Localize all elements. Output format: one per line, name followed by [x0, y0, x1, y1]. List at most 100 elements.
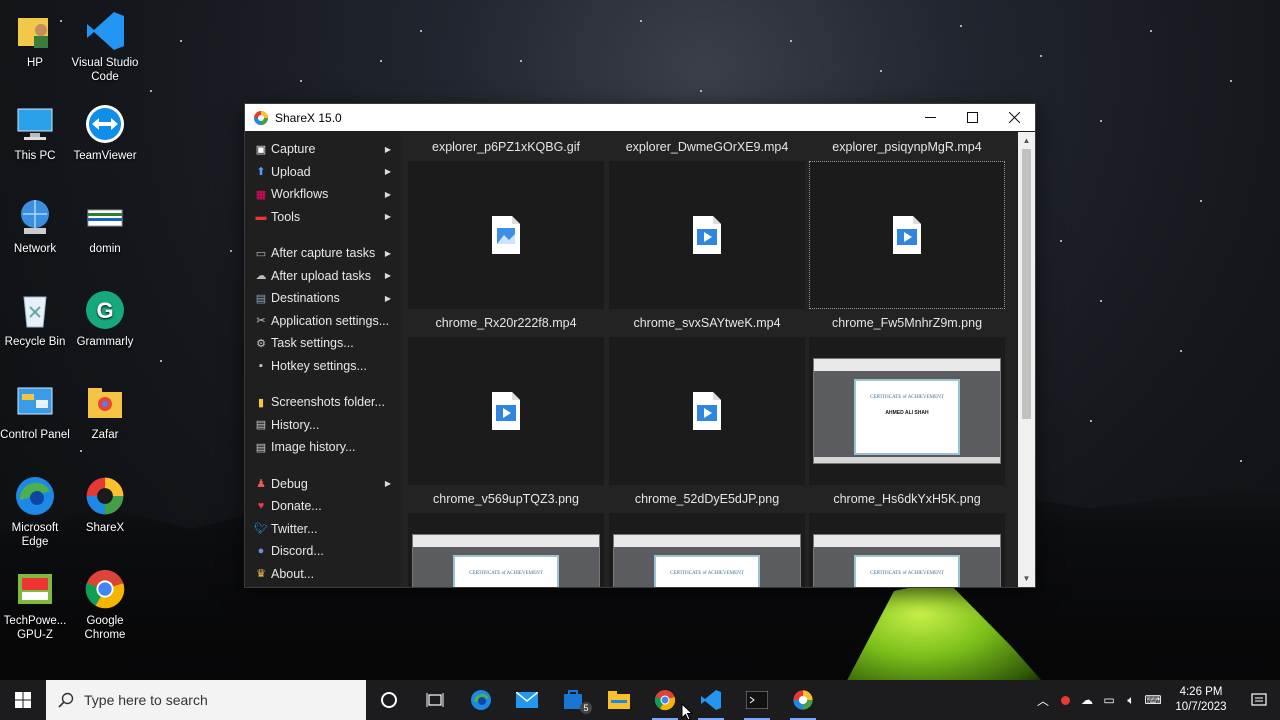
file-thumbnail[interactable]: CERTIFICATE of ACHIEVEMENT [408, 513, 604, 587]
file-tile[interactable]: explorer_p6PZ1xKQBG.gif [408, 137, 604, 309]
desktop-icon-label: Zafar [91, 429, 119, 441]
file-tile[interactable]: explorer_DwmeGOrXE9.mp4 [609, 137, 805, 309]
menu-separator [245, 228, 401, 242]
file-tile[interactable]: chrome_svxSAYtweK.mp4 [609, 313, 805, 485]
submenu-arrow-icon: ▶ [384, 212, 391, 222]
menu-item-task-settings[interactable]: ⚙ Task settings... [245, 332, 401, 355]
task-view-icon [426, 693, 444, 707]
menu-item-image-history[interactable]: ▤ Image history... [245, 436, 401, 459]
desktop-icon-computer[interactable]: This PC [0, 103, 70, 163]
certificate-title: CERTIFICATE of ACHIEVEMENT [469, 571, 543, 576]
task-view-button[interactable] [412, 680, 458, 720]
menu-item-after-upload-tasks[interactable]: ☁ After upload tasks ▶ [245, 265, 401, 288]
file-thumbnail[interactable] [408, 337, 604, 485]
network-status-icon[interactable]: ☁ [1076, 693, 1098, 707]
desktop-icon-recycle-bin[interactable]: Recycle Bin [0, 289, 70, 349]
desktop-icon-teamviewer[interactable]: TeamViewer [70, 103, 140, 163]
desktop-icon-chrome[interactable]: Google Chrome [70, 568, 140, 642]
desktop-icon-vscode[interactable]: Visual Studio Code [70, 10, 140, 84]
menu-item-discord[interactable]: ● Discord... [245, 540, 401, 563]
battery-icon[interactable]: ▭ [1098, 693, 1120, 707]
file-thumbnail[interactable] [809, 161, 1005, 309]
scroll-up-icon[interactable]: ▲ [1018, 132, 1035, 149]
desktop-icon-edge[interactable]: Microsoft Edge [0, 475, 70, 549]
taskbar-search-box[interactable]: Type here to search [46, 680, 366, 720]
show-hidden-icons-chevron-icon[interactable]: ︿ [1032, 692, 1054, 709]
star [420, 30, 422, 32]
menu-item-workflows[interactable]: ▦ Workflows ▶ [245, 183, 401, 206]
desktop-icon-user-folder[interactable]: HP [0, 10, 70, 70]
destinations-icon: ▤ [255, 292, 267, 305]
menu-item-debug[interactable]: ♟ Debug ▶ [245, 473, 401, 496]
maximize-button[interactable] [951, 104, 993, 131]
menu-item-history[interactable]: ▤ History... [245, 414, 401, 437]
clock[interactable]: 4:26 PM 10/7/2023 [1164, 685, 1238, 715]
record-icon[interactable] [1054, 695, 1076, 705]
taskbar-vscode[interactable] [688, 680, 734, 720]
minimize-button[interactable] [909, 104, 951, 131]
menu-item-capture[interactable]: ▣ Capture ▶ [245, 138, 401, 161]
file-tile[interactable]: chrome_52dDyE5dJP.png CERTIFICATE of ACHI… [609, 489, 805, 587]
file-thumbnail[interactable] [408, 161, 604, 309]
scroll-thumb[interactable] [1022, 149, 1031, 419]
file-name: chrome_Rx20r222f8.mp4 [435, 316, 577, 330]
menu-item-hotkey-settings[interactable]: ▪ Hotkey settings... [245, 355, 401, 378]
file-thumbnail[interactable]: CERTIFICATE of ACHIEVEMENT [809, 513, 1005, 587]
file-thumbnail[interactable]: CERTIFICATE of ACHIEVEMENT [609, 513, 805, 587]
menu-item-screenshots-folder[interactable]: ▮ Screenshots folder... [245, 391, 401, 414]
menu-item-upload[interactable]: ⬆ Upload ▶ [245, 161, 401, 184]
vertical-scrollbar[interactable]: ▲ ▼ [1018, 132, 1035, 587]
menu-item-after-capture-tasks[interactable]: ▭ After capture tasks ▶ [245, 242, 401, 265]
taskbar-file-explorer[interactable] [596, 680, 642, 720]
desktop-icon-gpuz[interactable]: TechPowe... GPU-Z [0, 568, 70, 642]
teamviewer-icon [84, 103, 126, 145]
desktop-icon-document[interactable]: domin [70, 196, 140, 256]
sharex-window[interactable]: ShareX 15.0 ▣ Capture ▶ ⬆ Upload ▶ ▦ Workflows ▶… [244, 103, 1036, 588]
menu-item-destinations[interactable]: ▤ Destinations ▶ [245, 287, 401, 310]
taskbar-terminal[interactable] [734, 680, 780, 720]
desktop-icon-control-panel[interactable]: Control Panel [0, 382, 70, 442]
taskbar: Type here to search 5 ︿ ☁ ▭ 🔈︎ ⌨︎ 4:26 P… [0, 680, 1280, 720]
file-tile[interactable]: chrome_Rx20r222f8.mp4 [408, 313, 604, 485]
menu-item-about[interactable]: ♛ About... [245, 563, 401, 586]
scroll-down-icon[interactable]: ▼ [1018, 570, 1035, 587]
star [230, 250, 232, 252]
vscode-icon [84, 10, 126, 52]
taskbar-mail[interactable] [504, 680, 550, 720]
submenu-arrow-icon: ▶ [384, 144, 391, 154]
taskbar-sharex[interactable] [780, 680, 826, 720]
menu-item-donate[interactable]: ♥ Donate... [245, 495, 401, 518]
keyboard-icon[interactable]: ⌨︎ [1142, 693, 1164, 707]
desktop-icon-folder[interactable]: Zafar [70, 382, 140, 442]
file-tile[interactable]: chrome_v569upTQZ3.png CERTIFICATE of ACHI… [408, 489, 604, 587]
title-bar[interactable]: ShareX 15.0 [245, 104, 1035, 131]
file-tile[interactable]: chrome_Fw5MnhrZ9m.png CERTIFICATE of ACHI… [809, 313, 1005, 485]
sharex-icon [254, 110, 268, 125]
start-button[interactable] [0, 680, 46, 720]
cortana-button[interactable] [366, 680, 412, 720]
file-grid[interactable]: ▲ ▼ explorer_p6PZ1xKQBG.gif explorer_Dwme… [401, 132, 1035, 587]
notification-center-button[interactable] [1238, 692, 1280, 708]
menu-item-tools[interactable]: ▬ Tools ▶ [245, 206, 401, 229]
taskbar-store[interactable]: 5 [550, 680, 596, 720]
menu-item-twitter[interactable]: 🐦︎ Twitter... [245, 518, 401, 541]
menu-item-label: About... [271, 566, 315, 581]
menu-item-label: Capture [271, 142, 316, 157]
file-thumbnail[interactable]: CERTIFICATE of ACHIEVEMENT AHMED ALI SHAH [809, 337, 1005, 485]
star [880, 70, 882, 72]
close-button[interactable] [993, 104, 1035, 131]
file-thumbnail[interactable] [609, 161, 805, 309]
star [380, 60, 382, 62]
file-tile[interactable]: explorer_psiqynpMgR.mp4 [809, 137, 1005, 309]
desktop-icon-sharex[interactable]: ShareX [70, 475, 140, 535]
file-thumbnail[interactable] [609, 337, 805, 485]
window-title: ShareX 15.0 [275, 110, 342, 125]
desktop-icon-grammarly[interactable]: G Grammarly [70, 289, 140, 349]
desktop-icon-label: Grammarly [76, 336, 134, 348]
taskbar-edge[interactable] [458, 680, 504, 720]
menu-item-label: Hotkey settings... [271, 358, 367, 373]
menu-item-application-settings[interactable]: ✂ Application settings... [245, 310, 401, 333]
desktop-icon-network[interactable]: Network [0, 196, 70, 256]
volume-icon[interactable]: 🔈︎ [1120, 693, 1142, 708]
file-tile[interactable]: chrome_Hs6dkYxH5K.png CERTIFICATE of ACHI… [809, 489, 1005, 587]
